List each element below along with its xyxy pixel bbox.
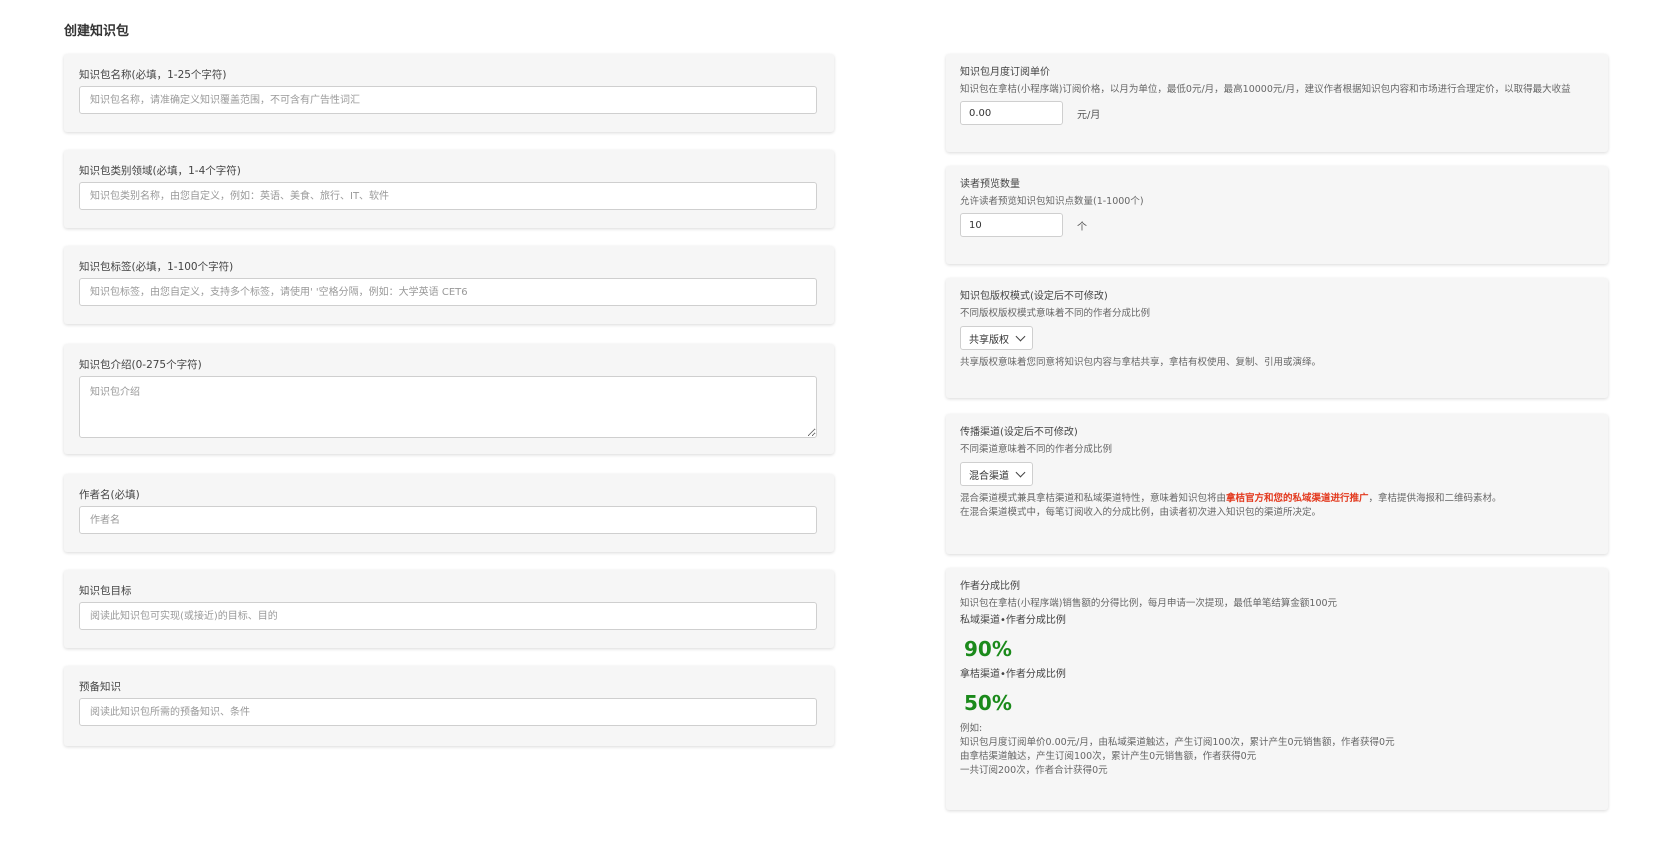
category-label: 知识包类别领域(必填，1-4个字符) <box>79 165 241 177</box>
copyright-label: 知识包版权模式(设定后不可修改) <box>960 291 1108 302</box>
copyright-select-value: 共享版权 <box>969 334 1009 346</box>
card-prereq: 预备知识 <box>64 666 834 746</box>
chevron-down-icon <box>1015 467 1026 477</box>
author-input[interactable] <box>79 506 817 534</box>
card-goal: 知识包目标 <box>64 570 834 648</box>
name-input[interactable] <box>79 86 817 114</box>
example-line-1: 知识包月度订阅单价0.00元/月，由私域渠道触达，产生订阅100次，累计产生0元… <box>960 737 1395 748</box>
channel-desc-pre: 混合渠道模式兼具拿桔渠道和私域渠道特性，意味着知识包将由 <box>960 493 1227 504</box>
card-preview: 读者预览数量 允许读者预览知识包知识点数量(1-1000个) 个 <box>946 166 1608 264</box>
category-input[interactable] <box>79 182 817 210</box>
preview-input[interactable] <box>960 213 1063 237</box>
intro-textarea[interactable] <box>79 376 817 438</box>
card-name: 知识包名称(必填，1-25个字符) <box>64 54 834 132</box>
card-tags: 知识包标签(必填，1-100个字符) <box>64 246 834 324</box>
share-label: 作者分成比例 <box>960 581 1020 592</box>
card-channel: 传播渠道(设定后不可修改) 不同渠道意味着不同的作者分成比例 混合渠道 混合渠道… <box>946 414 1608 554</box>
example-title: 例如: <box>960 723 983 734</box>
card-share: 作者分成比例 知识包在拿桔(小程序端)销售额的分得比例，每月申请一次提现，最低单… <box>946 568 1608 810</box>
tags-input[interactable] <box>79 278 817 306</box>
chevron-down-icon <box>1015 331 1026 341</box>
card-copyright: 知识包版权模式(设定后不可修改) 不同版权版权模式意味着不同的作者分成比例 共享… <box>946 278 1608 398</box>
card-price: 知识包月度订阅单价 知识包在拿桔(小程序端)订阅价格，以月为单位，最低0元/月，… <box>946 54 1608 152</box>
intro-label: 知识包介绍(0-275个字符) <box>79 359 202 371</box>
private-share-pct: 90% <box>964 637 1012 661</box>
channel-desc: 混合渠道模式兼具拿桔渠道和私域渠道特性，意味着知识包将由拿桔官方和您的私域渠道进… <box>960 492 1594 506</box>
channel-select[interactable]: 混合渠道 <box>960 462 1033 486</box>
channel-label: 传播渠道(设定后不可修改) <box>960 427 1078 438</box>
goal-input[interactable] <box>79 602 817 630</box>
najie-share-pct: 50% <box>964 691 1012 715</box>
prereq-label: 预备知识 <box>79 681 121 693</box>
najie-share-label: 拿桔渠道•作者分成比例 <box>960 669 1066 680</box>
card-author: 作者名(必填) <box>64 474 834 552</box>
channel-desc2: 在混合渠道模式中，每笔订阅收入的分成比例，由读者初次进入知识包的渠道所决定。 <box>960 507 1322 518</box>
price-unit: 元/月 <box>1077 109 1101 121</box>
copyright-hint: 不同版权版权模式意味着不同的作者分成比例 <box>960 308 1151 319</box>
price-input[interactable] <box>960 101 1063 125</box>
card-intro: 知识包介绍(0-275个字符) <box>64 344 834 454</box>
private-share-label: 私域渠道•作者分成比例 <box>960 615 1066 626</box>
copyright-select[interactable]: 共享版权 <box>960 326 1033 350</box>
page-title: 创建知识包 <box>64 24 130 39</box>
copyright-desc: 共享版权意味着您同意将知识包内容与拿桔共享，拿桔有权使用、复制、引用或演绎。 <box>960 357 1322 368</box>
author-label: 作者名(必填) <box>79 489 140 501</box>
example-line-2: 由拿桔渠道触达，产生订阅100次，累计产生0元销售额，作者获得0元 <box>960 751 1257 762</box>
goal-label: 知识包目标 <box>79 585 132 597</box>
prereq-input[interactable] <box>79 698 817 726</box>
channel-desc-post: ，拿桔提供海报和二维码素材。 <box>1368 493 1502 504</box>
example-line-3: 一共订阅200次，作者合计获得0元 <box>960 765 1108 776</box>
preview-unit: 个 <box>1077 221 1087 233</box>
price-hint: 知识包在拿桔(小程序端)订阅价格，以月为单位，最低0元/月，最高10000元/月… <box>960 84 1571 95</box>
channel-desc-highlight: 拿桔官方和您的私域渠道进行推广 <box>1226 493 1369 504</box>
tags-label: 知识包标签(必填，1-100个字符) <box>79 261 234 273</box>
channel-select-value: 混合渠道 <box>969 470 1009 482</box>
card-category: 知识包类别领域(必填，1-4个字符) <box>64 150 834 228</box>
price-label: 知识包月度订阅单价 <box>960 67 1050 78</box>
preview-label: 读者预览数量 <box>960 179 1020 190</box>
channel-hint: 不同渠道意味着不同的作者分成比例 <box>960 444 1113 455</box>
name-label: 知识包名称(必填，1-25个字符) <box>79 69 227 81</box>
preview-hint: 允许读者预览知识包知识点数量(1-1000个) <box>960 196 1144 207</box>
share-hint: 知识包在拿桔(小程序端)销售额的分得比例，每月申请一次提现，最低单笔结算金额10… <box>960 598 1338 609</box>
